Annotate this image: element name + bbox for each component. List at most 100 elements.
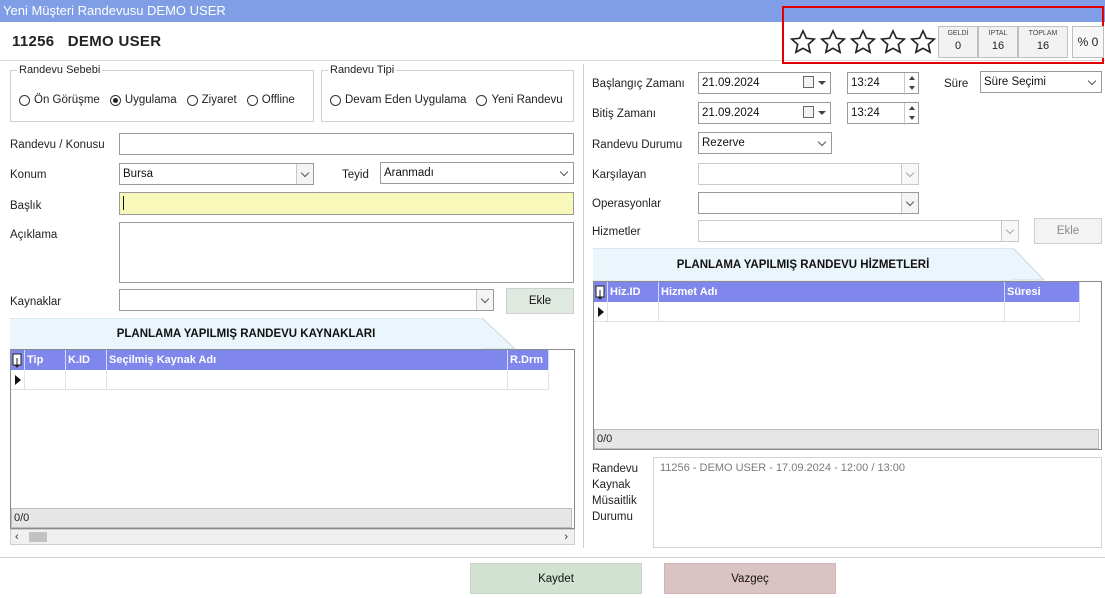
services-add-button[interactable]: Ekle xyxy=(1034,218,1102,244)
chevron-down-icon[interactable] xyxy=(1001,221,1018,241)
spin-up-icon[interactable] xyxy=(905,103,918,113)
column-header-service-id[interactable]: Hiz.ID xyxy=(608,282,659,302)
radio-icon[interactable] xyxy=(246,94,258,106)
reason-option-on-gorusme[interactable]: Ön Görüşme xyxy=(19,94,100,106)
grid-corner xyxy=(594,282,608,302)
status-select[interactable]: Rezerve xyxy=(698,132,832,154)
resources-grid[interactable]: Tip K.ID Seçilmiş Kaynak Adı R.Drm 0/0 xyxy=(10,349,575,529)
location-select[interactable]: Bursa xyxy=(119,163,314,185)
star-icon[interactable] xyxy=(909,28,937,56)
resources-add-button[interactable]: Ekle xyxy=(506,288,574,314)
end-date-picker[interactable]: 21.09.2024 xyxy=(698,102,831,124)
start-time-spinner[interactable] xyxy=(904,73,918,95)
duration-select[interactable]: Süre Seçimi xyxy=(980,71,1102,93)
table-cell[interactable] xyxy=(66,370,107,390)
text-cursor xyxy=(123,195,124,210)
calendar-icon[interactable] xyxy=(803,76,814,88)
chevron-down-icon[interactable] xyxy=(1084,72,1101,92)
confirm-select[interactable]: Aranmadı xyxy=(380,162,574,184)
status-value: Rezerve xyxy=(702,137,745,149)
duration-label: Süre xyxy=(944,78,969,90)
reason-legend: Randevu Sebebi xyxy=(19,64,101,76)
dropdown-arrow-icon[interactable] xyxy=(818,111,826,115)
scroll-thumb[interactable] xyxy=(29,532,47,542)
type-legend: Randevu Tipi xyxy=(330,64,395,76)
table-cell[interactable] xyxy=(508,370,549,390)
stat-came: GELDİ 0 xyxy=(938,26,978,58)
dropdown-arrow-icon[interactable] xyxy=(818,81,826,85)
radio-icon[interactable] xyxy=(19,94,30,106)
description-textarea[interactable] xyxy=(119,222,574,283)
reason-option-ziyaret[interactable]: Ziyaret xyxy=(186,94,237,106)
star-icon[interactable] xyxy=(849,28,877,56)
resources-hscrollbar[interactable]: ‹ › xyxy=(10,529,575,545)
reason-option-uygulama[interactable]: Uygulama xyxy=(109,94,177,106)
current-row-pointer-icon xyxy=(15,375,21,385)
title-input[interactable] xyxy=(119,192,574,215)
start-date-value: 21.09.2024 xyxy=(702,77,760,89)
stat-percent: % 0 xyxy=(1072,26,1104,58)
radio-icon[interactable] xyxy=(330,94,341,106)
spin-down-icon[interactable] xyxy=(905,113,918,123)
resources-grid-footer: 0/0 xyxy=(11,508,572,528)
footer-divider xyxy=(0,557,1105,558)
location-label: Konum xyxy=(10,169,47,181)
end-time-input[interactable]: 13:24 xyxy=(847,102,919,125)
column-header-resource-name[interactable]: Seçilmiş Kaynak Adı xyxy=(107,350,508,370)
services-grid[interactable]: Hiz.ID Hizmet Adı Süresi 0/0 xyxy=(593,281,1102,450)
customer-header: 11256 DEMO USER xyxy=(12,33,161,50)
services-label: Hizmetler xyxy=(592,226,641,238)
customer-id: 11256 xyxy=(12,33,55,50)
start-time-value: 13:24 xyxy=(851,77,880,89)
location-value: Bursa xyxy=(123,168,154,180)
resources-select[interactable] xyxy=(119,289,494,311)
column-header-tip[interactable]: Tip xyxy=(25,350,66,370)
services-select[interactable] xyxy=(698,220,1019,242)
radio-icon[interactable] xyxy=(186,94,198,106)
subject-input[interactable] xyxy=(119,133,574,155)
end-date-value: 21.09.2024 xyxy=(702,107,760,119)
table-cell[interactable] xyxy=(25,370,66,390)
star-icon[interactable] xyxy=(879,28,907,56)
spin-down-icon[interactable] xyxy=(905,83,918,93)
radio-checked-icon[interactable] xyxy=(109,94,121,106)
reason-options: Ön Görüşme Uygulama Ziyaret Offline xyxy=(19,94,295,106)
type-option-ongoing[interactable]: Devam Eden Uygulama xyxy=(330,94,466,106)
column-header-service-duration[interactable]: Süresi xyxy=(1005,282,1080,302)
star-icon[interactable] xyxy=(789,28,817,56)
operations-select[interactable] xyxy=(698,192,919,214)
end-time-spinner[interactable] xyxy=(904,103,918,125)
column-header-kid[interactable]: K.ID xyxy=(66,350,107,370)
calendar-icon[interactable] xyxy=(803,106,814,118)
table-cell[interactable] xyxy=(659,302,1005,322)
confirm-value: Aranmadı xyxy=(384,167,434,179)
column-header-service-name[interactable]: Hizmet Adı xyxy=(659,282,1005,302)
table-cell[interactable] xyxy=(608,302,659,322)
host-select[interactable] xyxy=(698,163,919,185)
table-cell[interactable] xyxy=(107,370,508,390)
chevron-down-icon[interactable] xyxy=(901,164,918,184)
save-button[interactable]: Kaydet xyxy=(470,563,642,594)
spin-up-icon[interactable] xyxy=(905,73,918,83)
stat-cancelled: İPTAL 16 xyxy=(978,26,1018,58)
cancel-button[interactable]: Vazgeç xyxy=(664,563,836,594)
start-date-picker[interactable]: 21.09.2024 xyxy=(698,72,831,94)
chevron-down-icon[interactable] xyxy=(901,193,918,213)
type-option-new[interactable]: Yeni Randevu xyxy=(476,94,563,106)
table-cell[interactable] xyxy=(1005,302,1080,322)
column-header-rdrm[interactable]: R.Drm xyxy=(508,350,549,370)
scroll-left-icon[interactable]: ‹ xyxy=(15,531,19,543)
chevron-down-icon[interactable] xyxy=(476,290,493,310)
chevron-down-icon[interactable] xyxy=(556,163,573,183)
scroll-right-icon[interactable]: › xyxy=(564,531,568,543)
star-icon[interactable] xyxy=(819,28,847,56)
confirm-label: Teyid xyxy=(342,169,369,181)
grid-corner xyxy=(11,350,25,370)
chevron-down-icon[interactable] xyxy=(814,133,831,153)
availability-box: 11256 - DEMO USER - 17.09.2024 - 12:00 /… xyxy=(653,457,1102,548)
start-time-input[interactable]: 13:24 xyxy=(847,72,919,95)
reason-option-offline[interactable]: Offline xyxy=(246,94,295,106)
chevron-down-icon[interactable] xyxy=(296,164,313,184)
type-options: Devam Eden Uygulama Yeni Randevu xyxy=(330,94,563,106)
radio-icon[interactable] xyxy=(476,94,488,106)
